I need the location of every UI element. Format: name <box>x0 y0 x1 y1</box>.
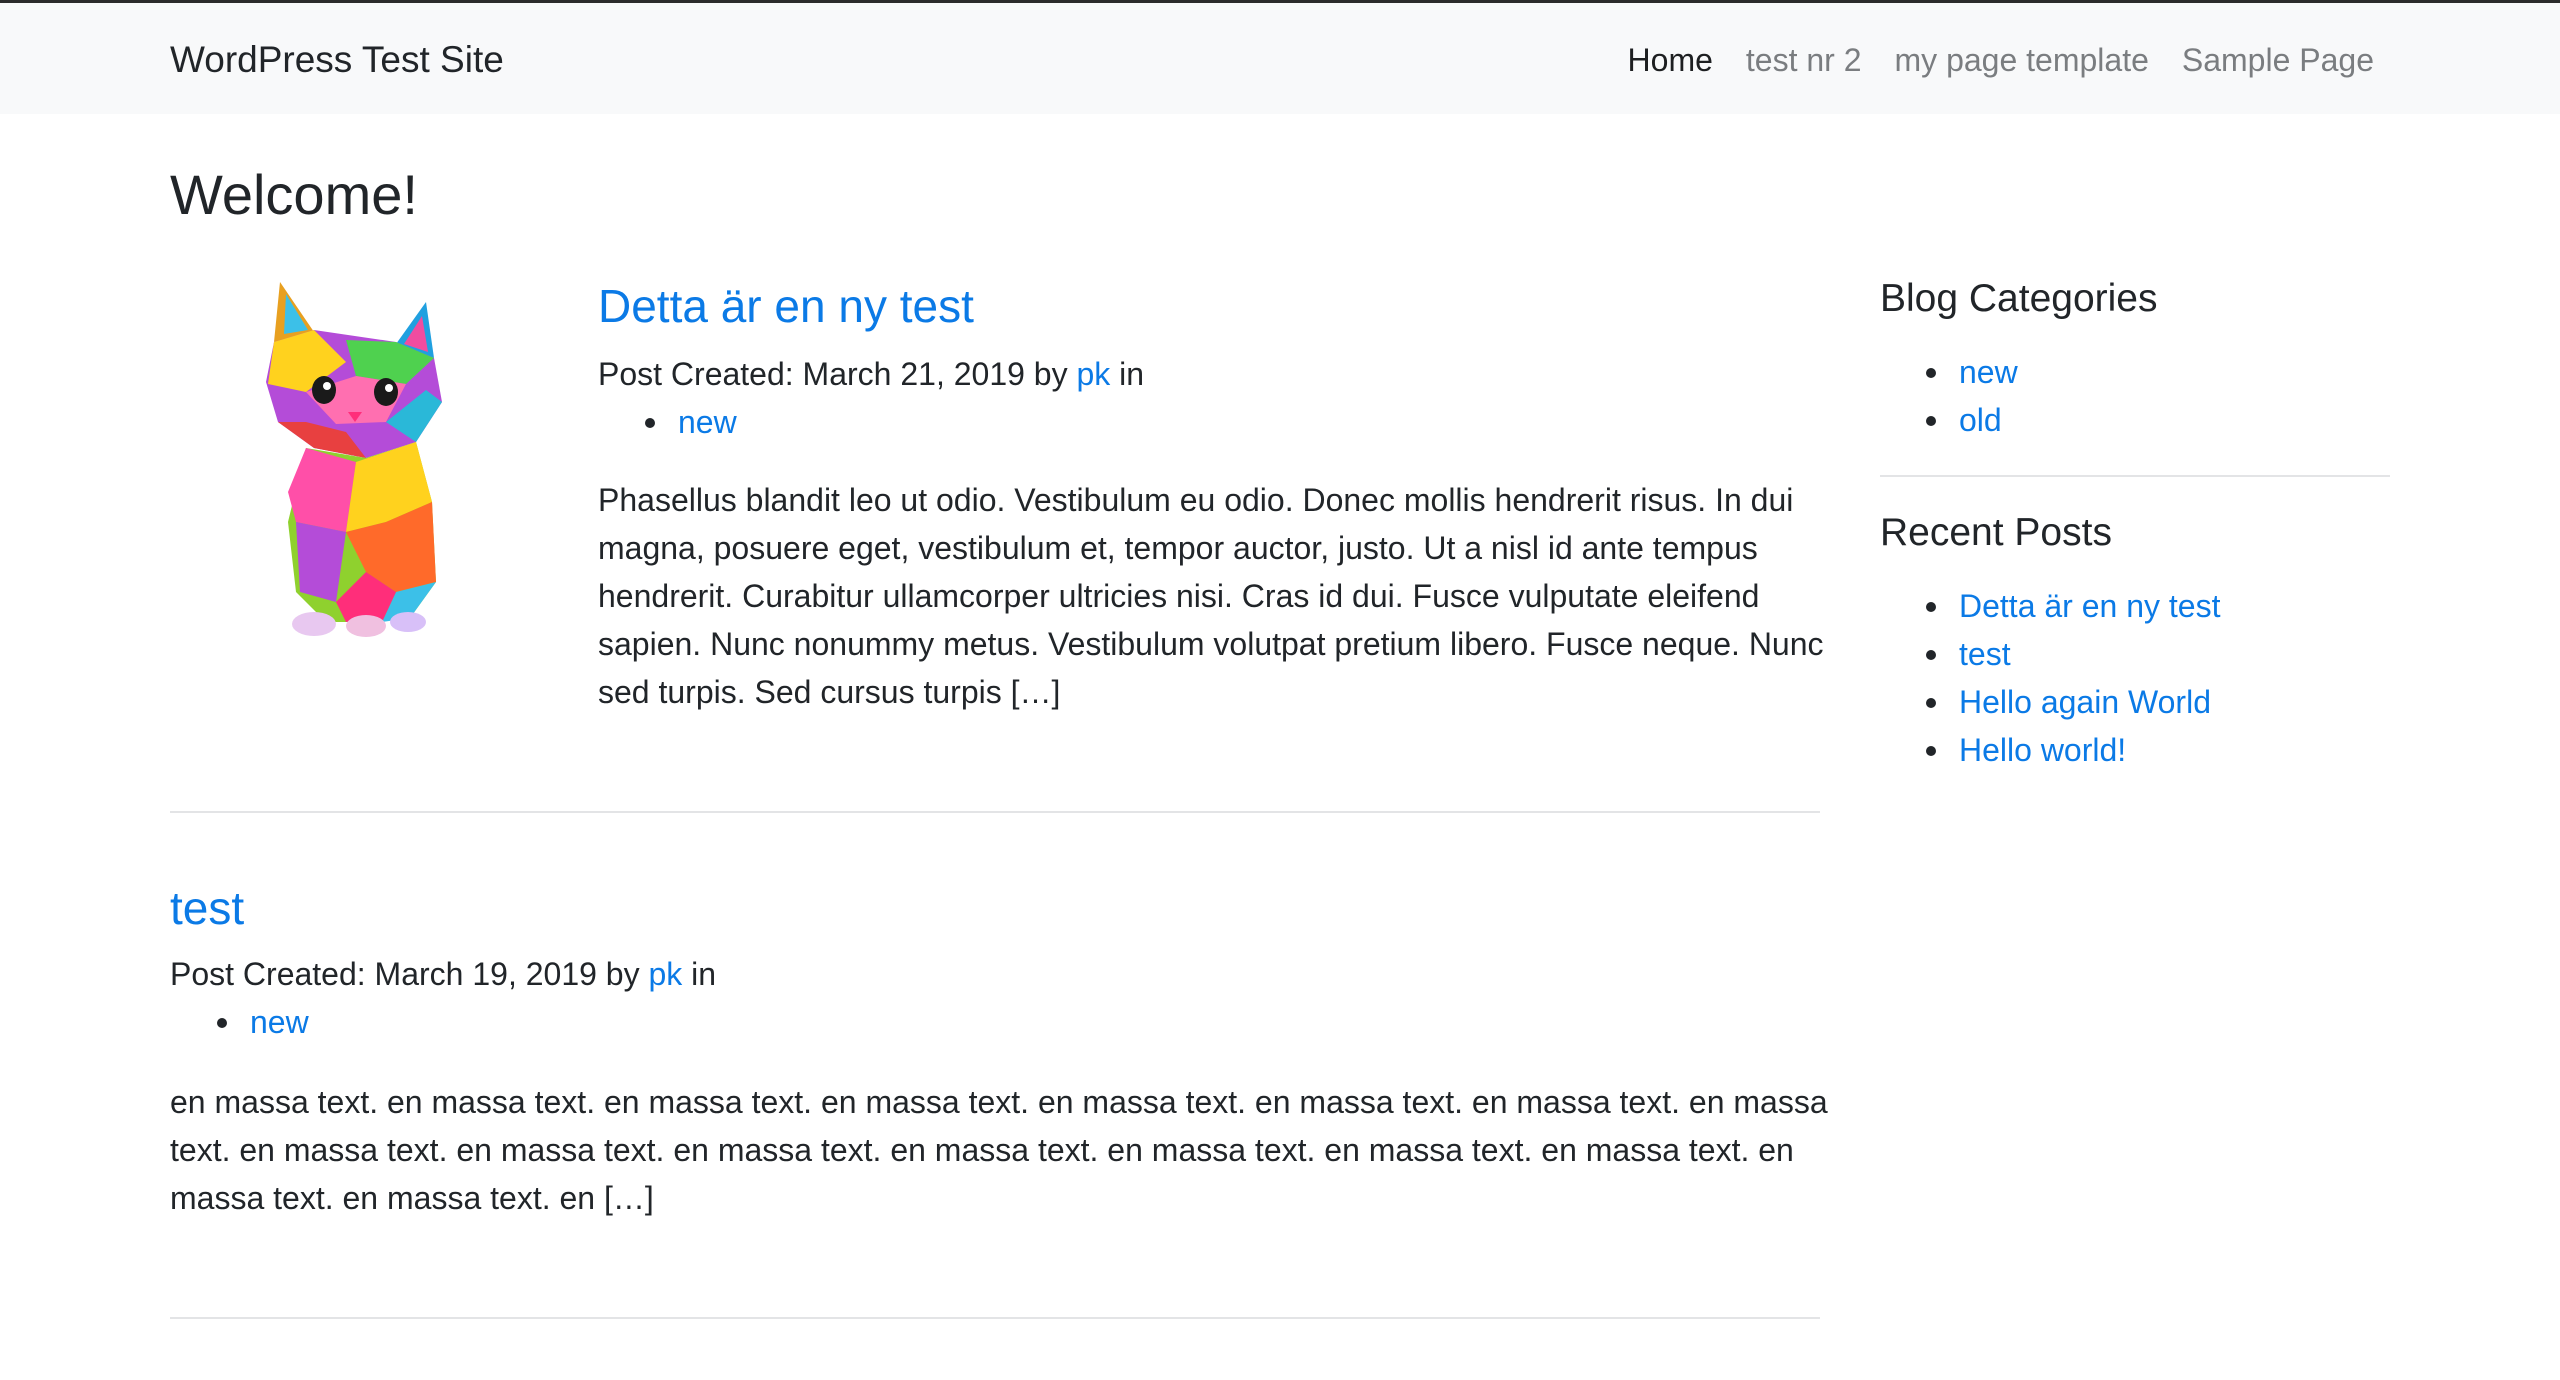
post-meta: Post Created: March 21, 2019 by pk in <box>598 350 1144 398</box>
post-meta-date: Post Created: March 21, 2019 by <box>598 356 1077 392</box>
post-category-link[interactable]: new <box>250 1004 309 1040</box>
post-meta-in: in <box>1110 356 1145 392</box>
post-divider <box>170 811 1820 813</box>
recent-post-link[interactable]: Hello again World <box>1959 684 2211 720</box>
navbar: WordPress Test Site Home test nr 2 my pa… <box>0 3 2560 114</box>
post-title-link[interactable]: test <box>170 878 244 938</box>
post-thumbnail-link[interactable] <box>196 272 536 642</box>
sidebar-category-link-new[interactable]: new <box>1959 354 2018 390</box>
post-meta-in: in <box>682 956 717 992</box>
sidebar-heading-recent-posts: Recent Posts <box>1880 511 2112 554</box>
nav-item-test-nr-2[interactable]: test nr 2 <box>1746 35 1862 85</box>
list-item: old <box>1926 396 2018 444</box>
recent-post-link[interactable]: test <box>1959 636 2011 672</box>
colorful-cat-icon <box>266 282 442 637</box>
post-divider <box>170 1317 1820 1319</box>
post-category-item: new <box>217 998 309 1046</box>
post-category-link[interactable]: new <box>678 404 737 440</box>
post-author-link[interactable]: pk <box>648 956 682 992</box>
list-item: Hello again World <box>1925 678 2220 726</box>
post-meta-date: Post Created: March 19, 2019 by <box>170 956 649 992</box>
site-title-link[interactable]: WordPress Test Site <box>170 35 504 85</box>
post-excerpt: en massa text. en massa text. en massa t… <box>170 1084 1828 1216</box>
post-category-list: new <box>217 998 309 1046</box>
main-nav: Home test nr 2 my page template Sample P… <box>1595 35 2374 85</box>
post-author-link[interactable]: pk <box>1076 356 1110 392</box>
sidebar-recent-list: Detta är en ny test test Hello again Wor… <box>1925 582 2220 774</box>
list-item: test <box>1925 630 2220 678</box>
list-item: Hello world! <box>1925 726 2220 774</box>
recent-post-link[interactable]: Hello world! <box>1959 732 2126 768</box>
sidebar-category-link-old[interactable]: old <box>1959 402 2002 438</box>
sidebar-heading-categories: Blog Categories <box>1880 277 2158 320</box>
nav-item-my-page-template[interactable]: my page template <box>1895 35 2149 85</box>
sidebar-divider <box>1880 475 2390 477</box>
list-item: Detta är en ny test <box>1925 582 2220 630</box>
post-category-item: new <box>645 398 737 446</box>
sidebar-category-list: new old <box>1926 348 2018 444</box>
list-item: new <box>1926 348 2018 396</box>
nav-item-sample-page[interactable]: Sample Page <box>2182 35 2374 85</box>
page-title: Welcome! <box>170 163 418 226</box>
post-meta: Post Created: March 19, 2019 by pk in <box>170 950 716 998</box>
recent-post-link[interactable]: Detta är en ny test <box>1959 588 2220 624</box>
post-excerpt: Phasellus blandit leo ut odio. Vestibulu… <box>598 482 1824 710</box>
nav-item-home[interactable]: Home <box>1628 35 1713 85</box>
post-category-list: new <box>645 398 737 446</box>
post-title-link[interactable]: Detta är en ny test <box>598 276 974 336</box>
